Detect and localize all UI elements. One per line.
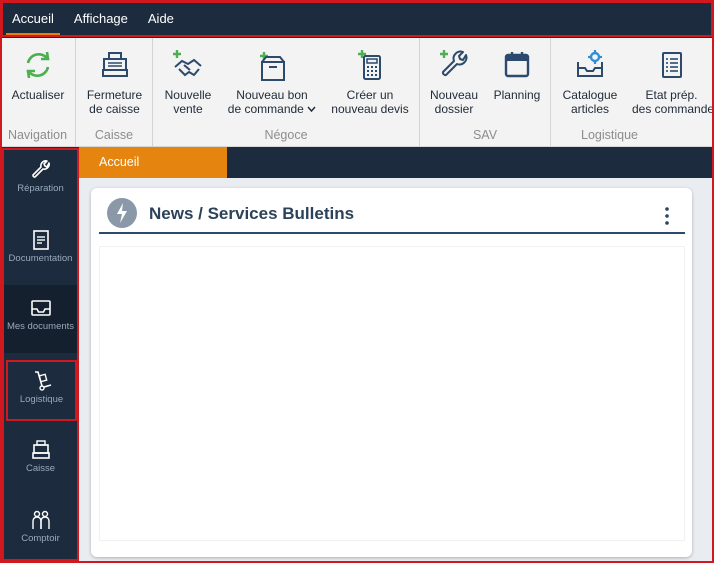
nouveau-dossier-button[interactable]: Nouveau dossier: [426, 48, 482, 116]
cash-register-icon: [101, 52, 128, 77]
menu-bar: Accueil Affichage Aide: [0, 0, 714, 38]
ribbon-group-sav: Nouveau dossier Planning SAV: [420, 38, 551, 147]
nouvelle-vente-button[interactable]: Nouvelle vente: [157, 48, 219, 116]
people-icon: [31, 510, 50, 529]
nouvelle-vente-line2: vente: [173, 102, 203, 116]
sidebar-label-documentation: Documentation: [8, 253, 73, 264]
catalogue-line2: articles: [570, 102, 609, 116]
group-label-navigation: Navigation: [7, 128, 68, 142]
nouveau-bon-line2-wrap: de commande: [223, 102, 321, 116]
sidebar-label-reparation: Réparation: [17, 183, 64, 194]
card-body: [99, 246, 685, 541]
sidebar-item-caisse[interactable]: Caisse: [4, 427, 77, 493]
catalog-gear-icon: [577, 50, 603, 77]
sidebar-item-documentation[interactable]: Documentation: [4, 217, 77, 283]
ribbon: Actualiser Navigation Fermeture de caiss…: [0, 38, 714, 147]
handshake-plus-icon: [173, 50, 202, 77]
sidebar-item-reparation[interactable]: Réparation: [4, 147, 77, 213]
cash-register-icon: [31, 440, 50, 459]
kebab-menu-icon[interactable]: [659, 204, 675, 228]
nouvelle-vente-line1: Nouvelle: [164, 88, 212, 102]
fermeture-line1: Fermeture: [86, 88, 143, 102]
creer-devis-line1: Créer un: [346, 88, 394, 102]
nouveau-bon-line1: Nouveau bon: [236, 88, 308, 102]
refresh-icon: [26, 51, 50, 79]
refresh-label: Actualiser: [11, 88, 65, 102]
etat-prep-commandes-button[interactable]: Etat prép. des commande: [629, 48, 714, 116]
nouveau-dossier-line1: Nouveau: [429, 88, 479, 102]
wrench-plus-icon: [440, 50, 468, 77]
nouveau-bon-line2: de commande: [227, 102, 304, 116]
planning-label: Planning: [493, 88, 541, 102]
group-label-caisse: Caisse: [94, 128, 134, 142]
group-label-logistique: Logistique: [581, 128, 638, 142]
menu-affichage[interactable]: Affichage: [64, 0, 138, 38]
menu-accueil[interactable]: Accueil: [2, 0, 64, 38]
fermeture-line2: de caisse: [89, 102, 140, 116]
nouveau-dossier-line2: dossier: [434, 102, 474, 116]
etat-prep-line2: des commande: [632, 102, 714, 116]
document-icon: [32, 230, 49, 250]
planning-button[interactable]: Planning: [488, 48, 546, 102]
ribbon-group-navigation: Actualiser Navigation: [0, 38, 76, 147]
wrench-icon: [31, 160, 50, 178]
main-content: News / Services Bulletins: [79, 178, 712, 561]
calendar-icon: [504, 52, 530, 78]
menu-aide[interactable]: Aide: [138, 0, 184, 38]
card-title: News / Services Bulletins: [149, 204, 355, 223]
sidebar-item-comptoir[interactable]: Comptoir: [4, 497, 77, 563]
hand-truck-icon: [34, 371, 51, 391]
creer-devis-line2: nouveau devis: [331, 102, 409, 116]
sidebar-label-caisse: Caisse: [25, 463, 56, 474]
ribbon-group-negoce: Nouvelle vente Nouveau bon de commande C…: [153, 38, 420, 147]
inbox-icon: [30, 300, 51, 316]
tab-accueil[interactable]: Accueil: [79, 147, 227, 178]
sidebar-item-logistique[interactable]: Logistique: [6, 360, 77, 421]
creer-devis-button[interactable]: Créer un nouveau devis: [325, 48, 415, 116]
sidebar-item-mes-documents[interactable]: Mes documents: [4, 285, 77, 353]
sidebar-label-logistique: Logistique: [19, 394, 64, 405]
bolt-icon: [107, 198, 137, 228]
catalogue-articles-button[interactable]: Catalogue articles: [557, 48, 623, 116]
news-card: News / Services Bulletins: [91, 188, 692, 557]
sidebar-label-comptoir: Comptoir: [21, 533, 60, 544]
ribbon-group-logistique: Catalogue articles Etat prép. des comman…: [551, 38, 714, 147]
card-header: News / Services Bulletins: [99, 196, 685, 234]
refresh-button[interactable]: Actualiser: [0, 48, 76, 102]
catalogue-line1: Catalogue: [562, 88, 618, 102]
tab-bar: Accueil: [79, 147, 714, 178]
ribbon-group-caisse: Fermeture de caisse Caisse: [76, 38, 153, 147]
group-label-sav: SAV: [472, 128, 498, 142]
group-label-negoce: Négoce: [264, 128, 308, 142]
sidebar: Réparation Documentation Mes documents L…: [0, 147, 79, 563]
chevron-down-icon: [307, 106, 316, 113]
fermeture-caisse-button[interactable]: Fermeture de caisse: [76, 48, 153, 116]
sidebar-label-mes-documents: Mes documents: [6, 321, 75, 332]
etat-prep-line1: Etat prép.: [645, 88, 698, 102]
box-plus-icon: [260, 52, 285, 81]
calculator-plus-icon: [358, 50, 381, 80]
nouveau-bon-commande-button[interactable]: Nouveau bon de commande: [223, 50, 321, 116]
clipboard-list-icon: [661, 52, 682, 78]
